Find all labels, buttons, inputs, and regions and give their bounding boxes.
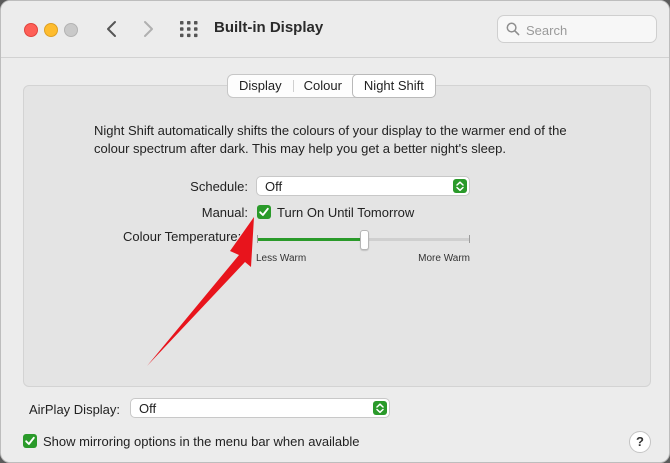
system-preferences-window: Built-in Display Display Colour Night Sh…	[0, 0, 670, 463]
more-warm-label: More Warm	[418, 253, 470, 264]
tab-bar: Display Colour Night Shift	[227, 74, 436, 98]
night-shift-description: Night Shift automatically shifts the col…	[94, 123, 567, 156]
popup-stepper-icon	[373, 401, 387, 415]
schedule-popup[interactable]: Off	[256, 176, 470, 196]
checkmark-icon	[259, 207, 269, 216]
help-button[interactable]: ?	[629, 431, 651, 453]
tab-night-shift[interactable]: Night Shift	[351, 74, 436, 98]
airplay-display-label: AirPlay Display:	[29, 402, 121, 417]
search-icon	[506, 22, 520, 36]
colour-temperature-slider-thumb[interactable]	[359, 230, 369, 250]
airplay-display-value: Off	[139, 401, 157, 416]
search-input[interactable]	[524, 19, 654, 41]
close-window-button[interactable]	[24, 23, 38, 37]
search-field[interactable]	[497, 15, 657, 43]
popup-stepper-icon	[453, 179, 467, 193]
schedule-label: Schedule:	[190, 179, 248, 194]
chevron-right-icon	[144, 21, 153, 37]
back-button[interactable]	[99, 15, 125, 43]
less-warm-label: Less Warm	[256, 253, 307, 264]
checkmark-icon	[25, 436, 35, 445]
manual-label: Manual:	[201, 205, 248, 220]
mirroring-checkbox[interactable]	[23, 434, 37, 448]
slider-tick-max	[469, 235, 470, 243]
title-bar: Built-in Display	[1, 1, 669, 58]
tab-display[interactable]: Display	[228, 75, 293, 97]
zoom-window-button[interactable]	[64, 23, 78, 37]
colour-temperature-label: Colour Temperature:	[123, 229, 242, 244]
tab-colour[interactable]: Colour	[292, 75, 353, 97]
slider-tick-min	[257, 235, 258, 243]
minimize-window-button[interactable]	[44, 23, 58, 37]
mirroring-checkbox-label[interactable]: Show mirroring options in the menu bar w…	[43, 434, 360, 449]
night-shift-panel: Night Shift automatically shifts the col…	[23, 85, 651, 387]
show-all-grid-icon[interactable]	[179, 19, 199, 39]
schedule-value: Off	[265, 179, 283, 194]
forward-button[interactable]	[135, 15, 161, 43]
colour-temperature-slider-fill	[257, 238, 364, 241]
manual-checkbox[interactable]	[257, 205, 271, 219]
airplay-display-popup[interactable]: Off	[130, 398, 390, 418]
chevron-left-icon	[107, 21, 116, 37]
manual-checkbox-label[interactable]: Turn On Until Tomorrow	[277, 205, 414, 220]
window-title: Built-in Display	[214, 19, 324, 36]
